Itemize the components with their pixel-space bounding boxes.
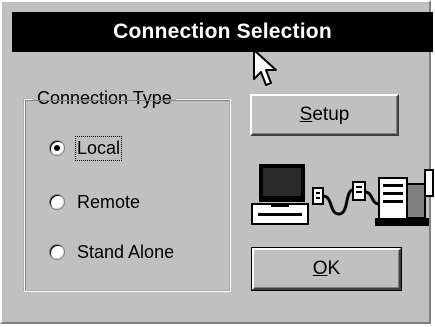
radio-local-button[interactable] — [49, 140, 65, 156]
title-bar: Connection Selection — [12, 12, 433, 52]
setup-button[interactable]: Setup — [250, 94, 399, 136]
arrow-cursor-icon — [253, 49, 277, 86]
radio-option-remote[interactable]: Remote — [49, 190, 140, 214]
ok-button[interactable]: OK — [251, 247, 402, 291]
connection-selection-dialog: Connection Selection Connection Type Loc… — [0, 0, 434, 324]
radio-local-label: Local — [74, 135, 123, 161]
setup-label-rest: etup — [312, 104, 350, 125]
radio-stand-alone-label: Stand Alone — [77, 241, 175, 262]
ok-mnemonic: O — [312, 258, 328, 279]
radio-option-stand-alone[interactable]: Stand Alone — [49, 240, 174, 264]
setup-mnemonic: S — [299, 104, 313, 125]
connection-type-group: Connection Type Local Remote Stand Alone — [23, 88, 231, 292]
computer-cable-printer-icon — [249, 160, 435, 237]
ok-label-rest: K — [327, 258, 341, 279]
radio-stand-alone-button[interactable] — [49, 244, 65, 260]
radio-remote-label: Remote — [77, 191, 141, 212]
radio-option-local[interactable]: Local — [49, 135, 123, 161]
connection-type-legend: Connection Type — [33, 88, 176, 109]
window-title: Connection Selection — [113, 20, 332, 43]
radio-remote-button[interactable] — [49, 194, 65, 210]
